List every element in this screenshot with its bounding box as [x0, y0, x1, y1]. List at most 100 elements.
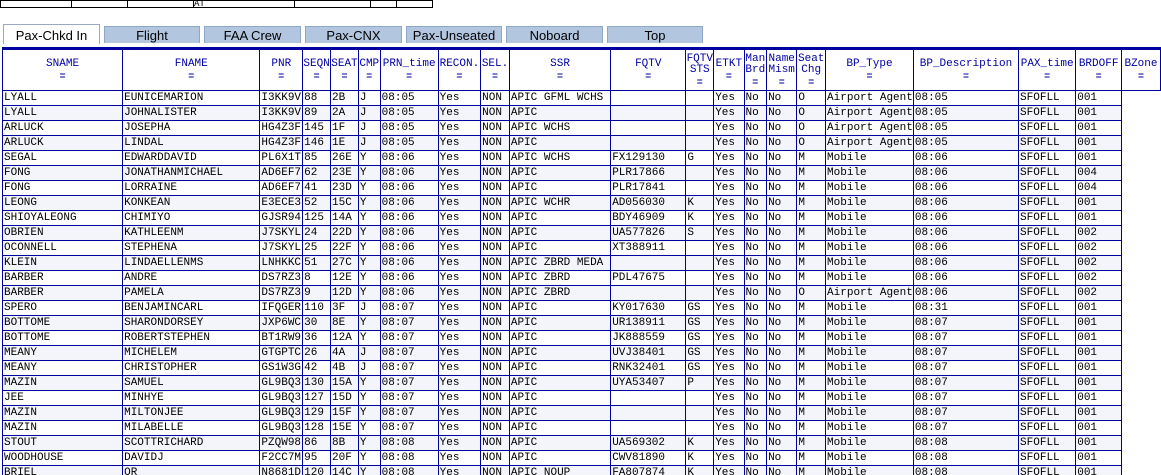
tab-noboard[interactable]: Noboard: [506, 26, 603, 43]
table-row[interactable]: KLEINLINDAELLENMSLNHKKC5127CY08:06YesNON…: [3, 256, 1161, 271]
column-header-cmp[interactable]: CMP≣: [358, 50, 380, 91]
sort-icon[interactable]: ≣: [611, 73, 685, 81]
table-row[interactable]: SPEROBENJAMINCARLIFQGER1103FJ08:07YesNON…: [3, 301, 1161, 316]
column-header-brdoff[interactable]: BRDOFF≣: [1076, 50, 1122, 91]
cell-fqtv-sts: GS: [686, 316, 714, 331]
table-row[interactable]: OCONNELLSTEPHENAJ7SKYL2522FY08:06YesNONA…: [3, 241, 1161, 256]
sort-icon[interactable]: ≣: [260, 73, 302, 81]
sort-icon[interactable]: ≣: [303, 73, 330, 81]
column-header-man-brd[interactable]: Man Brd≣: [744, 50, 767, 91]
column-header-ssr[interactable]: SSR≣: [509, 50, 610, 91]
column-header-fqtv[interactable]: FQTV≣: [611, 50, 686, 91]
cell-fname: PAMELA: [123, 286, 260, 301]
cell-fqtv-sts: K: [686, 436, 714, 451]
sort-icon[interactable]: ≣: [123, 73, 259, 81]
sort-icon[interactable]: ≣: [510, 73, 610, 81]
column-header-bp-type[interactable]: BP_Type≣: [826, 50, 914, 91]
table-row[interactable]: ARLUCKLINDALHG4Z3F1461EJ08:05YesNONAPICY…: [3, 136, 1161, 151]
sort-icon[interactable]: ≣: [1019, 73, 1075, 81]
sort-icon[interactable]: ≣: [3, 73, 122, 81]
cell-fqtv: [611, 91, 686, 106]
sort-icon[interactable]: ≣: [331, 73, 358, 81]
column-header-sname[interactable]: SNAME≣: [3, 50, 123, 91]
cell-fname: MINHYE: [123, 391, 260, 406]
sort-icon[interactable]: ≣: [914, 73, 1018, 81]
sort-icon[interactable]: ≣: [481, 73, 509, 81]
cell-seqn: 125: [303, 211, 331, 226]
sort-icon[interactable]: ≣: [826, 73, 913, 81]
column-header-bp-description[interactable]: BP_Description≣: [913, 50, 1018, 91]
cell-sname: SEGAL: [3, 151, 123, 166]
table-row[interactable]: WOODHOUSEDAVIDJF2CC7M9520FY08:08YesNONAP…: [3, 451, 1161, 466]
column-header-name-mism[interactable]: Name Mism≣: [767, 50, 797, 91]
column-header-seat[interactable]: SEAT≣: [331, 50, 359, 91]
sort-icon[interactable]: ≣: [797, 79, 825, 87]
column-header-seqn[interactable]: SEQN≣: [303, 50, 331, 91]
table-row[interactable]: MEANYMICHELEMGTGPTC264AJ08:07YesNONAPICU…: [3, 346, 1161, 361]
cell-fqtv-sts: [686, 241, 714, 256]
tab-pax-unseated[interactable]: Pax-Unseated: [406, 26, 502, 43]
cell-cmp: Y: [358, 166, 380, 181]
sort-icon[interactable]: ≣: [686, 79, 713, 87]
cell-fqtv-sts: [686, 256, 714, 271]
cell-seat: 15F: [331, 406, 359, 421]
table-row[interactable]: MAZINSAMUELGL9BQ313015AY08:07YesNONAPICU…: [3, 376, 1161, 391]
table-row[interactable]: STOUTSCOTTRICHARDPZQW98868BY08:08YesNONA…: [3, 436, 1161, 451]
cell-bp-description: 08:07: [913, 406, 1018, 421]
table-row[interactable]: FONGLORRAINEAD6EF74123DY08:06YesNONAPICP…: [3, 181, 1161, 196]
column-header-sel[interactable]: SEL.≣: [481, 50, 510, 91]
tab-pax-chkd-in[interactable]: Pax-Chkd In: [3, 24, 100, 44]
sort-icon[interactable]: ≣: [359, 73, 380, 81]
tab-flight[interactable]: Flight: [104, 26, 200, 43]
column-header-recon[interactable]: RECON.≣: [438, 50, 481, 91]
sort-icon[interactable]: ≣: [1076, 73, 1121, 81]
table-row[interactable]: BRIELORN8681D12014CY08:08YesNONAPIC NOUP…: [3, 466, 1161, 475]
table-row[interactable]: BOTTOMESHARONDORSEYJXP6WC308EY08:07YesNO…: [3, 316, 1161, 331]
sort-icon[interactable]: ≣: [745, 79, 767, 87]
cell-name-mism: No: [767, 316, 797, 331]
table-row[interactable]: FONGJONATHANMICHAELAD6EF76223EY08:06YesN…: [3, 166, 1161, 181]
cell-ssr: APIC: [509, 166, 610, 181]
cell-seat-chg: M: [797, 181, 826, 196]
sort-icon[interactable]: ≣: [381, 73, 438, 81]
cell-pax-time: SFOFLL: [1019, 436, 1076, 451]
column-header-etkt[interactable]: ETKT ≣: [714, 50, 744, 91]
cell-fqtv: [611, 421, 686, 436]
cell-man-brd: No: [744, 376, 767, 391]
table-row[interactable]: BARBERANDREDS7RZ3812EY08:06YesNONAPIC ZB…: [3, 271, 1161, 286]
sort-icon[interactable]: ≣: [1122, 73, 1160, 81]
tab-pax-cnx[interactable]: Pax-CNX: [305, 26, 402, 43]
table-row[interactable]: BOTTOMEROBERTSTEPHENBT1RW93612AY08:07Yes…: [3, 331, 1161, 346]
table-row[interactable]: LEONGKONKEANE3ECE35215CY08:06YesNONAPIC …: [3, 196, 1161, 211]
table-row[interactable]: SEGALEDWARDDAVIDPL6X1T8526EY08:06YesNONA…: [3, 151, 1161, 166]
column-header-fname[interactable]: FNAME≣: [123, 50, 260, 91]
table-row[interactable]: ARLUCKJOSEPHAHG4Z3F1451FJ08:05YesNONAPIC…: [3, 121, 1161, 136]
table-row[interactable]: OBRIENKATHLEENMJ7SKYL2422DY08:06YesNONAP…: [3, 226, 1161, 241]
cell-name-mism: No: [767, 466, 797, 475]
column-header-pnr[interactable]: PNR≣: [260, 50, 303, 91]
column-header-label: FQTV STS: [687, 53, 713, 76]
cell-pnr: N8681D: [260, 466, 303, 475]
column-header-prn-time[interactable]: PRN_time≣: [380, 50, 438, 91]
table-row[interactable]: MAZINMILTONJEEGL9BQ312915FY08:07YesNONAP…: [3, 406, 1161, 421]
sort-icon[interactable]: ≣: [714, 73, 743, 81]
table-row[interactable]: LYALLJOHNALISTERI3KK9V892AJ08:05YesNONAP…: [3, 106, 1161, 121]
table-row[interactable]: BARBERPAMELADS7RZ3912DY08:06YesNONAPIC Z…: [3, 286, 1161, 301]
tab-top[interactable]: Top: [607, 26, 703, 43]
tab-faa-crew[interactable]: FAA Crew: [204, 26, 301, 43]
table-row[interactable]: LYALLEUNICEMARIONI3KK9V882BJ08:05YesNONA…: [3, 91, 1161, 106]
cell-seat-chg: M: [797, 316, 826, 331]
sort-icon[interactable]: ≣: [439, 73, 481, 81]
column-header-seat-chg[interactable]: Seat Chg≣: [797, 50, 826, 91]
cell-brdoff: 001: [1076, 451, 1122, 466]
cell-name-mism: No: [767, 226, 797, 241]
column-header-bzone[interactable]: BZone≣: [1122, 50, 1161, 91]
sort-icon[interactable]: ≣: [767, 79, 796, 87]
column-header-label: ETKT: [716, 58, 742, 70]
table-row[interactable]: MAZINMILABELLEGL9BQ312815EY08:07YesNONAP…: [3, 421, 1161, 436]
column-header-fqtv-sts[interactable]: FQTV STS ≣: [686, 50, 714, 91]
table-row[interactable]: MEANYCHRISTOPHERGS1W3G424BJ08:07YesNONAP…: [3, 361, 1161, 376]
table-row[interactable]: JEEMINHYEGL9BQ312715DY08:07YesNONAPICYes…: [3, 391, 1161, 406]
column-header-pax-time[interactable]: PAX_time≣: [1019, 50, 1076, 91]
table-row[interactable]: SHIOYALEONGCHIMIYOGJSR9412514AY08:06YesN…: [3, 211, 1161, 226]
